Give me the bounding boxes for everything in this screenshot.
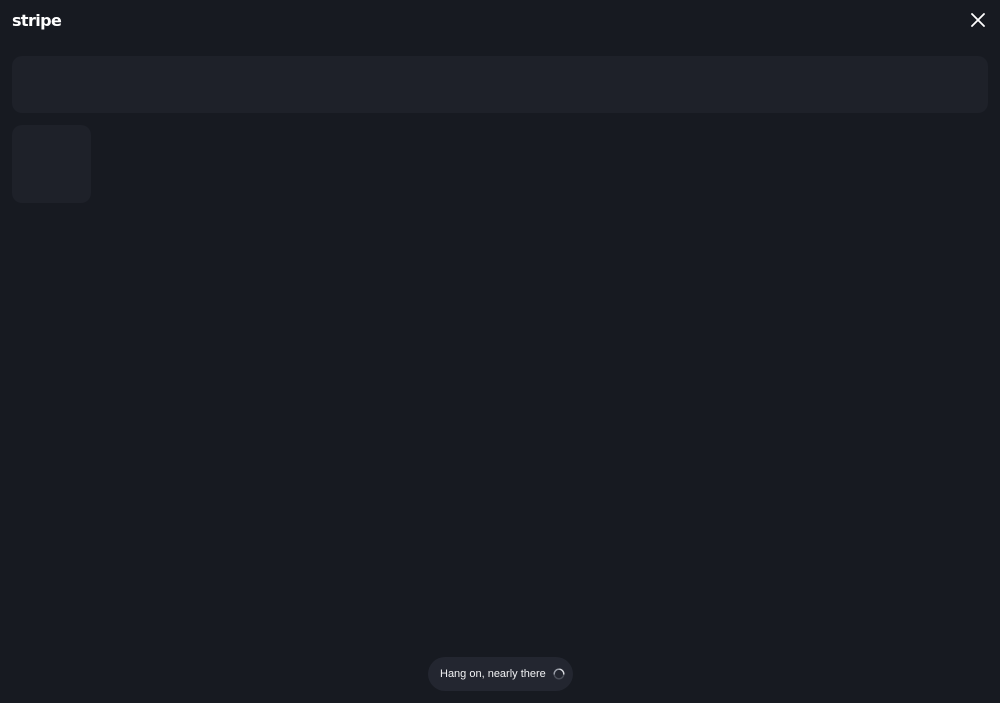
- loading-toast: Hang on, nearly there: [428, 657, 573, 691]
- close-button[interactable]: [968, 12, 988, 32]
- skeleton-placeholder-bar: [12, 56, 988, 113]
- stripe-logo: stripe: [12, 11, 62, 30]
- loading-page: stripe Hang on, nearly there: [0, 0, 1000, 703]
- skeleton-placeholder-tile: [12, 125, 91, 203]
- loading-spinner-icon: [553, 668, 565, 680]
- loading-message: Hang on, nearly there: [440, 668, 546, 680]
- close-icon: [971, 12, 985, 32]
